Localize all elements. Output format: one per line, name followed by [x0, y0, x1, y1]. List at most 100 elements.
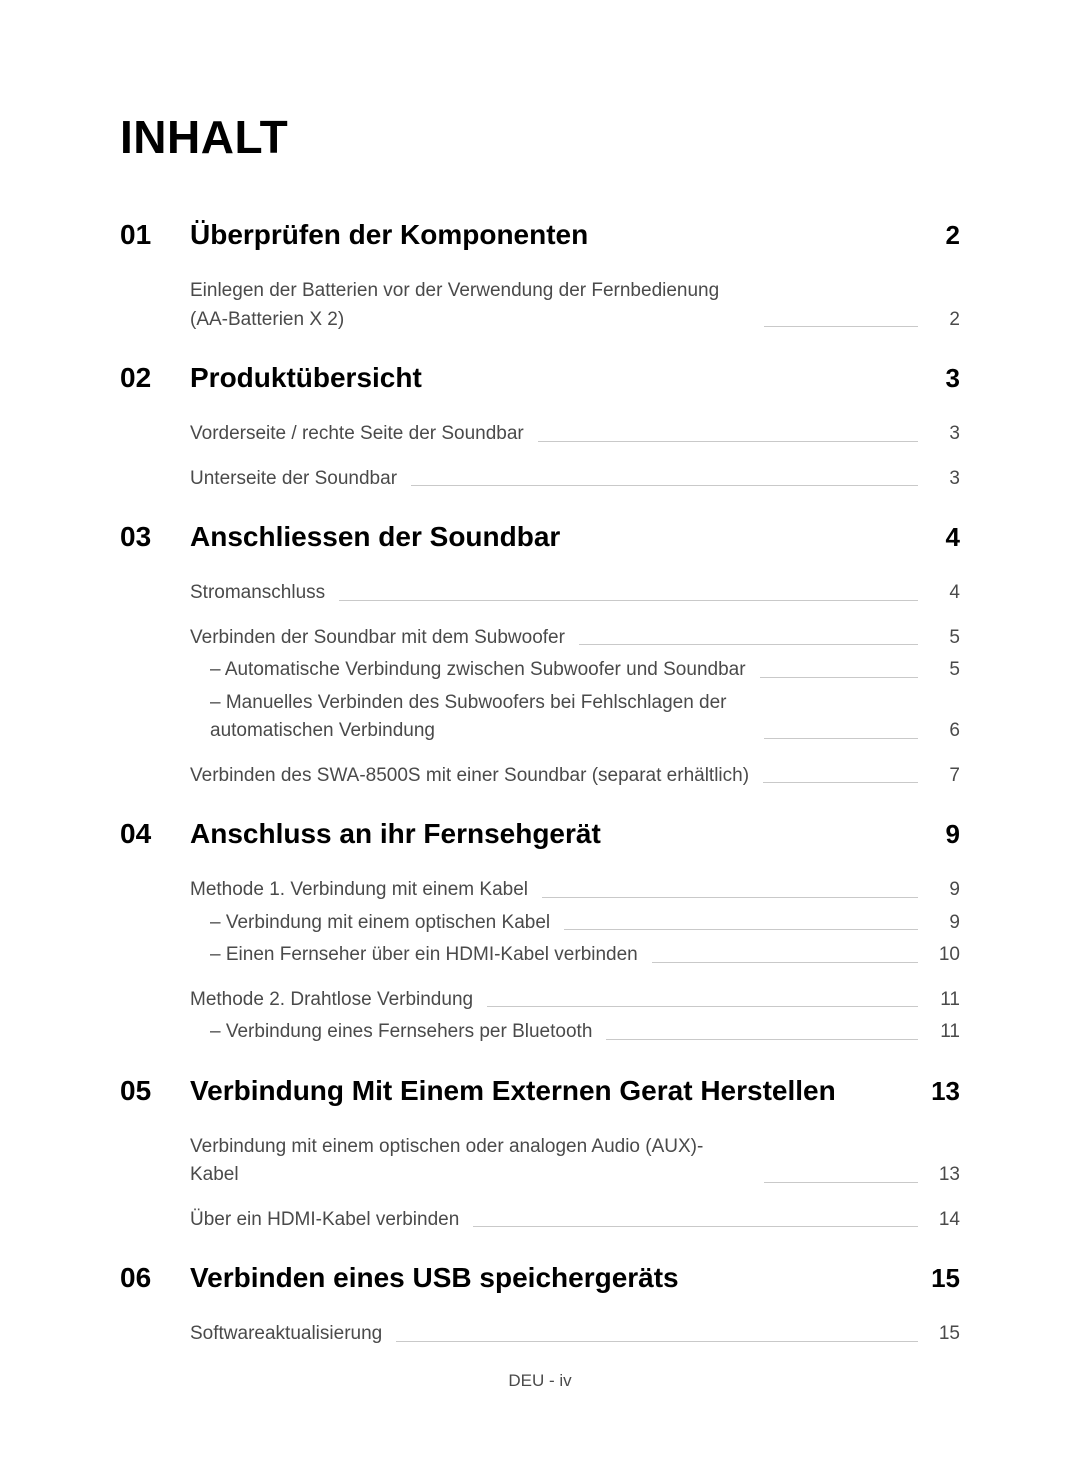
toc-section-head[interactable]: 03Anschliessen der Soundbar4 — [120, 521, 960, 553]
toc-entry-text: Verbindung eines Fernsehers per Bluetoot… — [190, 1018, 592, 1047]
toc-entry-page: 13 — [926, 1161, 960, 1190]
toc-entry-text: Einlegen der Batterien vor der Verwendun… — [190, 277, 750, 334]
toc-section-page: 2 — [920, 220, 960, 251]
toc-entry-group: Methode 2. Drahtlose Verbindung 11 Verbind… — [190, 986, 960, 1047]
toc-entry[interactable]: Automatische Verbindung zwischen Subwoof… — [190, 656, 960, 685]
toc-entry-text: Verbinden des SWA-8500S mit einer Soundb… — [190, 762, 749, 791]
toc-section-head[interactable]: 04Anschluss an ihr Fernsehgerät9 — [120, 818, 960, 850]
toc-section-title: Überprüfen der Komponenten — [190, 219, 920, 251]
toc-section-title: Verbinden eines USB speichergeräts — [190, 1262, 920, 1294]
toc-entry-text: Verbindung mit einem optischen Kabel — [190, 909, 550, 938]
toc-section-head[interactable]: 01Überprüfen der Komponenten2 — [120, 219, 960, 251]
toc-entry-page: 3 — [926, 465, 960, 494]
toc-entry-leader — [579, 644, 918, 645]
toc-section-head[interactable]: 05Verbindung Mit Einem Externen Gerat He… — [120, 1075, 960, 1107]
toc-entry-group: Einlegen der Batterien vor der Verwendun… — [190, 277, 960, 334]
toc-section-page: 4 — [920, 522, 960, 553]
toc-entry[interactable]: Über ein HDMI-Kabel verbinden 14 — [190, 1206, 960, 1235]
toc-entry-text: Vorderseite / rechte Seite der Soundbar — [190, 420, 524, 449]
toc-entry[interactable]: Verbinden der Soundbar mit dem Subwoofer… — [190, 624, 960, 653]
toc-entry-page: 3 — [926, 420, 960, 449]
toc-entry-leader — [487, 1006, 918, 1007]
toc-section-number: 05 — [120, 1075, 190, 1107]
toc-entry-page: 9 — [926, 909, 960, 938]
toc-entry[interactable]: Manuelles Verbinden des Subwoofers bei F… — [190, 689, 960, 746]
toc-entry-page: 7 — [926, 762, 960, 791]
toc-entry-leader — [763, 782, 918, 783]
toc-entry-leader — [339, 600, 918, 601]
toc-entry-page: 10 — [926, 941, 960, 970]
toc-section: 06Verbinden eines USB speichergeräts15So… — [120, 1262, 960, 1349]
toc-entry-page: 6 — [926, 717, 960, 746]
toc-section-head[interactable]: 06Verbinden eines USB speichergeräts15 — [120, 1262, 960, 1294]
toc-section-head[interactable]: 02Produktübersicht3 — [120, 362, 960, 394]
toc-entry[interactable]: Softwareaktualisierung 15 — [190, 1320, 960, 1349]
toc-entry-group: Über ein HDMI-Kabel verbinden 14 — [190, 1206, 960, 1235]
toc-entry-page: 14 — [926, 1206, 960, 1235]
toc-entry-group: Unterseite der Soundbar 3 — [190, 465, 960, 494]
toc-entry-text: Über ein HDMI-Kabel verbinden — [190, 1206, 459, 1235]
toc-entry-group: Softwareaktualisierung 15 — [190, 1320, 960, 1349]
toc-entry[interactable]: Einlegen der Batterien vor der Verwendun… — [190, 277, 960, 334]
toc-entry[interactable]: Methode 2. Drahtlose Verbindung 11 — [190, 986, 960, 1015]
toc-entry-text: Methode 2. Drahtlose Verbindung — [190, 986, 473, 1015]
toc-entry-page: 9 — [926, 876, 960, 905]
toc-entry[interactable]: Stromanschluss 4 — [190, 579, 960, 608]
toc-entry-leader — [542, 897, 918, 898]
toc-entry-text: Softwareaktualisierung — [190, 1320, 382, 1349]
toc-entries: Vorderseite / rechte Seite der Soundbar 3… — [190, 420, 960, 493]
toc-entry[interactable]: Verbinden des SWA-8500S mit einer Soundb… — [190, 762, 960, 791]
toc-entry-text: Methode 1. Verbindung mit einem Kabel — [190, 876, 528, 905]
toc-entry-group: Stromanschluss 4 — [190, 579, 960, 608]
toc-entry-leader — [396, 1341, 918, 1342]
toc-entry-leader — [564, 929, 918, 930]
toc-entry-leader — [764, 1182, 918, 1183]
toc-entry-leader — [764, 738, 918, 739]
toc-entries: Einlegen der Batterien vor der Verwendun… — [190, 277, 960, 334]
toc-entry-page: 11 — [926, 1018, 960, 1047]
toc-entry-page: 5 — [926, 656, 960, 685]
toc-entry[interactable]: Einen Fernseher über ein HDMI-Kabel verb… — [190, 941, 960, 970]
toc-entry-text: Einen Fernseher über ein HDMI-Kabel verb… — [190, 941, 638, 970]
toc-entry-leader — [411, 485, 918, 486]
page-title: INHALT — [120, 110, 960, 164]
page-footer: DEU - iv — [0, 1371, 1080, 1391]
toc-entry[interactable]: Verbindung mit einem optischen oder anal… — [190, 1133, 960, 1190]
toc-entries: Stromanschluss 4 Verbinden der Soundbar mi… — [190, 579, 960, 790]
toc-entry-page: 4 — [926, 579, 960, 608]
toc-entry-leader — [606, 1039, 918, 1040]
toc-entry-leader — [473, 1226, 918, 1227]
toc-section-page: 3 — [920, 363, 960, 394]
toc-entry-group: Verbinden der Soundbar mit dem Subwoofer… — [190, 624, 960, 746]
toc-entry-leader — [764, 326, 918, 327]
toc-section-title: Verbindung Mit Einem Externen Gerat Hers… — [190, 1075, 920, 1107]
toc-entries: Verbindung mit einem optischen oder anal… — [190, 1133, 960, 1235]
toc-entry-group: Verbindung mit einem optischen oder anal… — [190, 1133, 960, 1190]
toc-section-page: 15 — [920, 1263, 960, 1294]
toc-section-title: Produktübersicht — [190, 362, 920, 394]
toc-entry-group: Verbinden des SWA-8500S mit einer Soundb… — [190, 762, 960, 791]
toc-section: 04Anschluss an ihr Fernsehgerät9 Methode … — [120, 818, 960, 1047]
toc-entry-page: 15 — [926, 1320, 960, 1349]
toc-entry-leader — [538, 441, 918, 442]
toc-entry-leader — [652, 962, 918, 963]
toc-entry[interactable]: Vorderseite / rechte Seite der Soundbar 3 — [190, 420, 960, 449]
toc-entry-page: 11 — [926, 986, 960, 1015]
toc-entry-text: Manuelles Verbinden des Subwoofers bei F… — [190, 689, 750, 746]
toc-entry-text: Unterseite der Soundbar — [190, 465, 397, 494]
toc-entry[interactable]: Verbindung mit einem optischen Kabel 9 — [190, 909, 960, 938]
toc-entry[interactable]: Verbindung eines Fernsehers per Bluetoot… — [190, 1018, 960, 1047]
toc-section-title: Anschluss an ihr Fernsehgerät — [190, 818, 920, 850]
toc-entry[interactable]: Methode 1. Verbindung mit einem Kabel 9 — [190, 876, 960, 905]
page-container: INHALT 01Überprüfen der Komponenten2 Einl… — [0, 0, 1080, 1349]
toc-section: 02Produktübersicht3 Vorderseite / rechte … — [120, 362, 960, 493]
toc-entry-text: Stromanschluss — [190, 579, 325, 608]
toc-entry[interactable]: Unterseite der Soundbar 3 — [190, 465, 960, 494]
toc-section: 01Überprüfen der Komponenten2 Einlegen de… — [120, 219, 960, 334]
toc-sections: 01Überprüfen der Komponenten2 Einlegen de… — [120, 219, 960, 1349]
toc-section-number: 06 — [120, 1262, 190, 1294]
toc-entry-leader — [760, 677, 918, 678]
toc-entry-page: 2 — [926, 306, 960, 335]
toc-entry-group: Methode 1. Verbindung mit einem Kabel9Ve… — [190, 876, 960, 970]
toc-section-title: Anschliessen der Soundbar — [190, 521, 920, 553]
